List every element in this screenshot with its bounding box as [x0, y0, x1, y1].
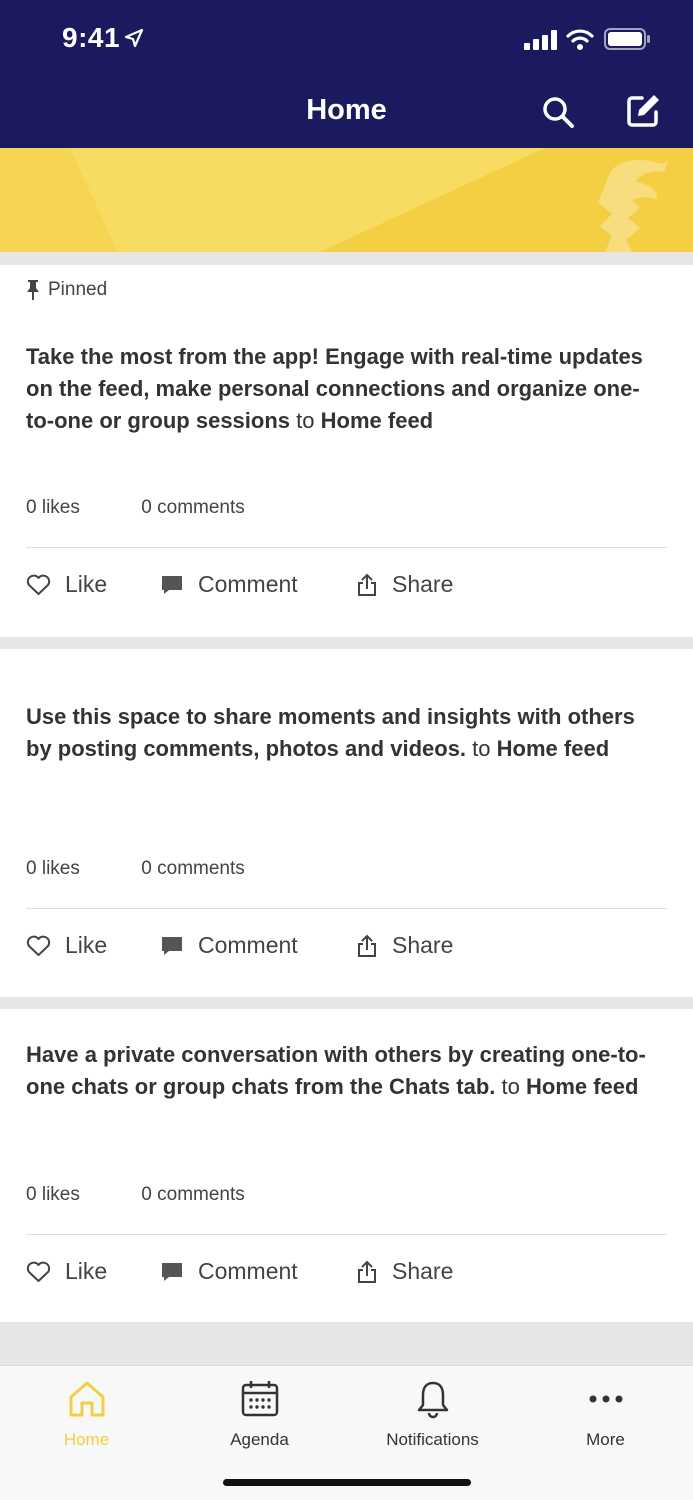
post-card: Use this space to share moments and insi… [0, 649, 693, 997]
search-icon [543, 97, 574, 128]
like-label: Like [65, 932, 108, 958]
header: 9:41 Home [0, 0, 693, 148]
more-icon [589, 1395, 622, 1403]
location-arrow-icon [124, 28, 144, 53]
post-to: to [472, 736, 491, 761]
tab-notifications[interactable]: Notifications [346, 1376, 519, 1450]
pinned-indicator: Pinned [26, 279, 107, 301]
tab-label: Notifications [386, 1430, 479, 1449]
divider [26, 908, 667, 909]
bell-icon [417, 1381, 448, 1419]
tab-agenda[interactable]: Agenda [173, 1376, 346, 1450]
post-actions: Like Comment Share [26, 1258, 453, 1285]
tab-label: Home [63, 1430, 110, 1449]
likes-count[interactable]: 0 likes [26, 497, 136, 519]
post-destination[interactable]: Home feed [321, 408, 433, 433]
compose-icon [627, 95, 659, 127]
compose-button[interactable] [624, 92, 662, 130]
comment-label: Comment [198, 1258, 298, 1284]
post-to: to [296, 408, 315, 433]
like-button[interactable]: Like [26, 571, 160, 598]
home-indicator[interactable] [223, 1479, 471, 1486]
divider [26, 1234, 667, 1235]
heart-icon [26, 935, 51, 956]
comment-icon [162, 575, 182, 594]
heart-icon [26, 574, 51, 595]
post-card: Have a private conversation with others … [0, 1009, 693, 1322]
comments-count[interactable]: 0 comments [141, 497, 244, 519]
battery-icon [604, 28, 650, 55]
tab-more[interactable]: More [519, 1376, 692, 1450]
share-label: Share [392, 571, 454, 597]
share-label: Share [392, 932, 454, 958]
status-time: 9:41 [62, 22, 121, 53]
share-icon [358, 1260, 376, 1283]
share-button[interactable]: Share [356, 571, 453, 598]
banner-graphic [0, 148, 693, 252]
comments-count[interactable]: 0 comments [141, 858, 244, 880]
like-button[interactable]: Like [26, 1258, 160, 1285]
post-actions: Like Comment Share [26, 571, 453, 598]
post-card: Pinned Take the most from the app! Engag… [0, 265, 693, 637]
cellular-signal-icon [524, 30, 558, 55]
pin-icon [27, 280, 39, 300]
calendar-icon [241, 1381, 278, 1417]
comments-count[interactable]: 0 comments [141, 1184, 244, 1206]
comment-label: Comment [198, 932, 298, 958]
header-banner [0, 148, 693, 252]
share-icon [358, 934, 376, 957]
post-destination[interactable]: Home feed [497, 736, 609, 761]
post-stats: 0 likes 0 comments [26, 1184, 245, 1206]
share-icon [358, 573, 376, 596]
status-bar: 9:41 [0, 0, 693, 80]
like-label: Like [65, 1258, 108, 1284]
tab-home[interactable]: Home [0, 1376, 173, 1450]
search-button[interactable] [540, 94, 576, 130]
post-text: Take the most from the app! Engage with … [26, 341, 666, 437]
post-destination[interactable]: Home feed [526, 1074, 638, 1099]
pinned-label: Pinned [48, 279, 108, 300]
share-button[interactable]: Share [356, 932, 453, 959]
comment-icon [162, 936, 182, 955]
post-actions: Like Comment Share [26, 932, 453, 959]
like-label: Like [65, 571, 108, 597]
post-text: Have a private conversation with others … [26, 1039, 666, 1103]
wifi-icon [566, 28, 594, 55]
page-title: Home [306, 94, 387, 126]
comment-icon [162, 1262, 182, 1281]
home-icon [69, 1381, 104, 1417]
divider [26, 547, 667, 548]
post-to: to [501, 1074, 520, 1099]
likes-count[interactable]: 0 likes [26, 1184, 136, 1206]
comment-button[interactable]: Comment [160, 1258, 356, 1285]
share-button[interactable]: Share [356, 1258, 453, 1285]
share-label: Share [392, 1258, 454, 1284]
post-stats: 0 likes 0 comments [26, 858, 245, 880]
comment-label: Comment [198, 571, 298, 597]
like-button[interactable]: Like [26, 932, 160, 959]
post-text: Use this space to share moments and insi… [26, 701, 666, 765]
likes-count[interactable]: 0 likes [26, 858, 136, 880]
heart-icon [26, 1261, 51, 1282]
post-stats: 0 likes 0 comments [26, 497, 245, 519]
comment-button[interactable]: Comment [160, 571, 356, 598]
tab-label: More [586, 1430, 625, 1449]
comment-button[interactable]: Comment [160, 932, 356, 959]
tab-label: Agenda [230, 1430, 289, 1449]
